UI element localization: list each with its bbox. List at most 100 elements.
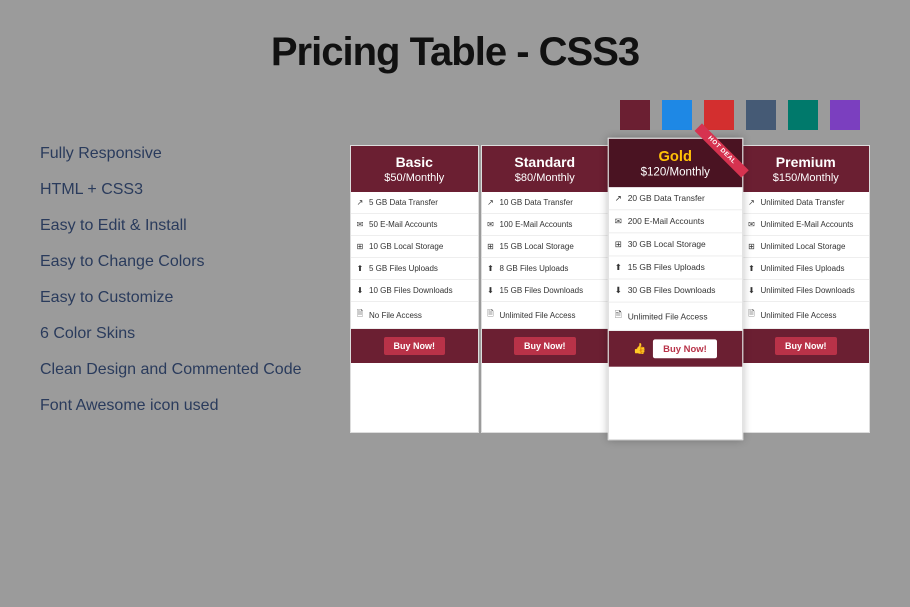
- feature-text: 5 GB Data Transfer: [369, 198, 438, 207]
- plan-feature-item: 🗎 No File Access: [351, 302, 478, 329]
- pricing-table: Basic$50/Monthly↗5 GB Data Transfer✉50 E…: [350, 145, 870, 433]
- page-title: Pricing Table - CSS3: [40, 30, 870, 75]
- feature-text: 10 GB Files Downloads: [369, 286, 453, 295]
- plan-feature-item: 🗎 Unlimited File Access: [743, 302, 870, 329]
- plan-footer: Buy Now!: [743, 329, 870, 363]
- feature-icon: ⊞: [747, 242, 757, 251]
- feature-icon: 🗎: [486, 308, 496, 322]
- plan-feature-item: ⬇ 30 GB Files Downloads: [609, 280, 742, 303]
- feature-text: Unlimited E-Mail Accounts: [761, 220, 854, 229]
- plan-feature-item: ⬆ 8 GB Files Uploads: [482, 258, 609, 280]
- plan-feature-item: ↗ Unlimited Data Transfer: [743, 192, 870, 214]
- plan-price: $150/Monthly: [747, 172, 866, 184]
- pricing-plan-basic: Basic$50/Monthly↗5 GB Data Transfer✉50 E…: [350, 145, 479, 433]
- plan-feature-list: ↗ 10 GB Data Transfer ✉100 E-Mail Accounts…: [482, 192, 609, 329]
- plan-feature-item: ⬆5 GB Files Uploads: [351, 258, 478, 280]
- feature-icon: 🗎: [613, 309, 624, 324]
- color-swatches: [40, 100, 860, 130]
- feature-icon: ↗: [747, 198, 757, 207]
- plan-feature-item: 🗎 Unlimited File Access: [609, 303, 742, 331]
- feature-item: Easy to Customize: [40, 289, 320, 307]
- color-swatch-1[interactable]: [662, 100, 692, 130]
- feature-text: 15 GB Local Storage: [500, 242, 574, 251]
- color-swatch-4[interactable]: [788, 100, 818, 130]
- feature-text: Unlimited Local Storage: [761, 242, 846, 251]
- buy-now-button[interactable]: Buy Now!: [384, 337, 446, 355]
- thumbs-up-icon: 👍: [633, 343, 646, 355]
- buy-now-button[interactable]: Buy Now!: [514, 337, 576, 355]
- plan-name: Basic: [355, 154, 474, 170]
- buy-now-button[interactable]: Buy Now!: [653, 339, 718, 358]
- feature-text: 10 GB Local Storage: [369, 242, 443, 251]
- plan-name: Standard: [486, 154, 605, 170]
- plan-feature-item: ↗ 20 GB Data Transfer: [609, 187, 742, 210]
- feature-list: Fully Responsive HTML + CSS3 Easy to Edit …: [40, 145, 320, 433]
- plan-feature-item: ⊞ 15 GB Local Storage: [482, 236, 609, 258]
- feature-text: 30 GB Local Storage: [628, 240, 706, 249]
- feature-icon: ⊞: [486, 242, 496, 251]
- plan-header: Standard $80/Monthly: [482, 146, 609, 192]
- plan-feature-list: ↗5 GB Data Transfer✉50 E-Mail Accounts ⊞ 1…: [351, 192, 478, 329]
- feature-text: 15 GB Files Downloads: [500, 286, 584, 295]
- feature-item: Easy to Change Colors: [40, 253, 320, 271]
- feature-text: Unlimited File Access: [628, 312, 708, 321]
- plan-header: Basic$50/Monthly: [351, 146, 478, 192]
- plan-feature-item: ⊞ 10 GB Local Storage: [351, 236, 478, 258]
- feature-item: HTML + CSS3: [40, 181, 320, 199]
- buy-now-button[interactable]: Buy Now!: [775, 337, 837, 355]
- feature-text: 5 GB Files Uploads: [369, 264, 438, 273]
- feature-text: 15 GB Files Uploads: [628, 263, 705, 272]
- feature-item: Clean Design and Commented Code: [40, 361, 320, 379]
- feature-icon: ✉: [486, 220, 496, 229]
- color-swatch-0[interactable]: [620, 100, 650, 130]
- feature-text: 20 GB Data Transfer: [628, 193, 705, 202]
- feature-text: 30 GB Files Downloads: [628, 286, 716, 295]
- plan-price: $120/Monthly: [613, 166, 737, 179]
- feature-icon: ⬇: [613, 286, 624, 295]
- feature-icon: ⬆: [486, 264, 496, 273]
- color-swatch-2[interactable]: [704, 100, 734, 130]
- color-swatch-5[interactable]: [830, 100, 860, 130]
- feature-icon: ⊞: [613, 240, 624, 249]
- feature-text: Unlimited File Access: [500, 311, 576, 320]
- feature-text: Unlimited File Access: [761, 311, 837, 320]
- feature-text: No File Access: [369, 311, 422, 320]
- feature-icon: ↗: [486, 198, 496, 207]
- feature-item: Easy to Edit & Install: [40, 217, 320, 235]
- feature-icon: ✉: [747, 220, 757, 229]
- feature-icon: ↗: [613, 193, 624, 202]
- plan-feature-item: ✉200 E-Mail Accounts: [609, 210, 742, 233]
- plan-header: Premium $150/Monthly: [743, 146, 870, 192]
- plan-feature-item: ⊞ Unlimited Local Storage: [743, 236, 870, 258]
- plan-feature-item: ✉ Unlimited E-Mail Accounts: [743, 214, 870, 236]
- feature-icon: ✉: [355, 220, 365, 229]
- feature-text: 8 GB Files Uploads: [500, 264, 569, 273]
- plan-feature-item: ⬆Unlimited Files Uploads: [743, 258, 870, 280]
- plan-price: $80/Monthly: [486, 172, 605, 184]
- plan-footer: Buy Now!: [351, 329, 478, 363]
- feature-icon: ⬇: [747, 286, 757, 295]
- feature-text: Unlimited Data Transfer: [761, 198, 845, 207]
- color-swatch-3[interactable]: [746, 100, 776, 130]
- plan-feature-item: ⬇10 GB Files Downloads: [351, 280, 478, 302]
- plan-name: Premium: [747, 154, 866, 170]
- feature-icon: ⊞: [355, 242, 365, 251]
- plan-feature-item: ⬇15 GB Files Downloads: [482, 280, 609, 302]
- feature-text: 200 E-Mail Accounts: [628, 217, 705, 226]
- feature-icon: ⬆: [613, 263, 624, 272]
- plan-footer: 👍 Buy Now!: [609, 331, 742, 367]
- plan-feature-item: ✉100 E-Mail Accounts: [482, 214, 609, 236]
- feature-text: 10 GB Data Transfer: [500, 198, 573, 207]
- plan-feature-list: ↗ 20 GB Data Transfer ✉200 E-Mail Accounts…: [609, 187, 742, 331]
- feature-item: Fully Responsive: [40, 145, 320, 163]
- feature-text: Unlimited Files Uploads: [761, 264, 845, 273]
- plan-feature-item: ✉50 E-Mail Accounts: [351, 214, 478, 236]
- pricing-plan-gold: HOT DEALGold$120/Monthly↗20 GB Data Tran…: [608, 138, 743, 440]
- feature-icon: 🗎: [355, 308, 365, 322]
- feature-item: 6 Color Skins: [40, 325, 320, 343]
- feature-item: Font Awesome icon used: [40, 397, 320, 415]
- plan-feature-item: ↗5 GB Data Transfer: [351, 192, 478, 214]
- pricing-plan-premium: Premium $150/Monthly ↗ Unlimited Data Trans…: [742, 145, 871, 433]
- plan-feature-item: 🗎 Unlimited File Access: [482, 302, 609, 329]
- feature-icon: 🗎: [747, 308, 757, 322]
